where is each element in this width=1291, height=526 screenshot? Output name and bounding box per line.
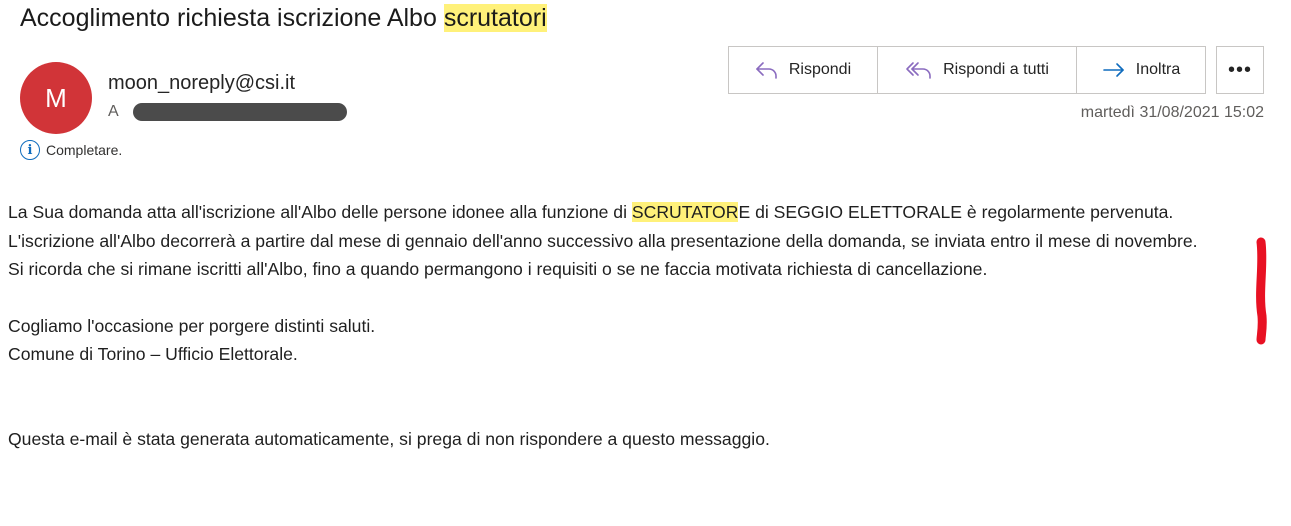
message-actions-toolbar: Rispondi Rispondi a tutti Inoltra: [728, 46, 1206, 94]
red-annotation-mark: [1256, 237, 1267, 345]
forward-label: Inoltra: [1135, 61, 1181, 78]
body-signature: Comune di Torino – Ufficio Elettorale.: [8, 344, 298, 365]
body-text: La Sua domanda atta all'iscrizione all'A…: [8, 202, 632, 222]
email-body: La Sua domanda atta all'iscrizione all'A…: [8, 198, 1258, 454]
body-auto-notice: Questa e-mail è stata generata automatic…: [8, 428, 770, 449]
subject-search-highlight: scrutatori: [443, 4, 547, 32]
body-greeting: Cogliamo l'occasione per porgere distint…: [8, 315, 376, 336]
sender-address[interactable]: moon_noreply@csi.it: [108, 72, 295, 95]
forward-button[interactable]: Inoltra: [1076, 47, 1205, 93]
body-paragraph-1: La Sua domanda atta all'iscrizione all'A…: [8, 198, 1258, 227]
body-paragraph-3: Si ricorda che si rimane iscritti all'Al…: [8, 259, 988, 280]
reply-all-button[interactable]: Rispondi a tutti: [877, 47, 1076, 93]
reply-all-arrow-icon: [905, 60, 933, 80]
body-search-highlight: SCRUTATOR: [631, 202, 739, 222]
reply-arrow-icon: [755, 60, 779, 80]
forward-arrow-icon: [1102, 60, 1126, 80]
redacted-recipient: [132, 103, 347, 121]
more-actions-button[interactable]: •••: [1216, 46, 1264, 94]
body-text: E di SEGGIO ELETTORALE è regolarmente pe…: [738, 202, 1174, 222]
reply-all-label: Rispondi a tutti: [943, 61, 1049, 78]
info-text: Completare.: [46, 142, 123, 158]
more-dots-icon: •••: [1227, 58, 1252, 81]
info-icon: i: [20, 140, 40, 160]
reply-label: Rispondi: [788, 61, 852, 78]
body-paragraph-2: L'iscrizione all'Albo decorrerà a partir…: [8, 230, 1198, 251]
email-subject: Accoglimento richiesta iscrizione Albo s…: [20, 4, 547, 33]
subject-text: Accoglimento richiesta iscrizione Albo: [20, 4, 444, 32]
message-date: martedì 31/08/2021 15:02: [1080, 104, 1264, 121]
sender-avatar[interactable]: M: [20, 62, 92, 134]
info-bar: i Completare.: [20, 140, 122, 160]
to-label: A: [108, 103, 119, 120]
reply-button[interactable]: Rispondi: [729, 47, 877, 93]
recipient-row: A: [108, 103, 347, 121]
